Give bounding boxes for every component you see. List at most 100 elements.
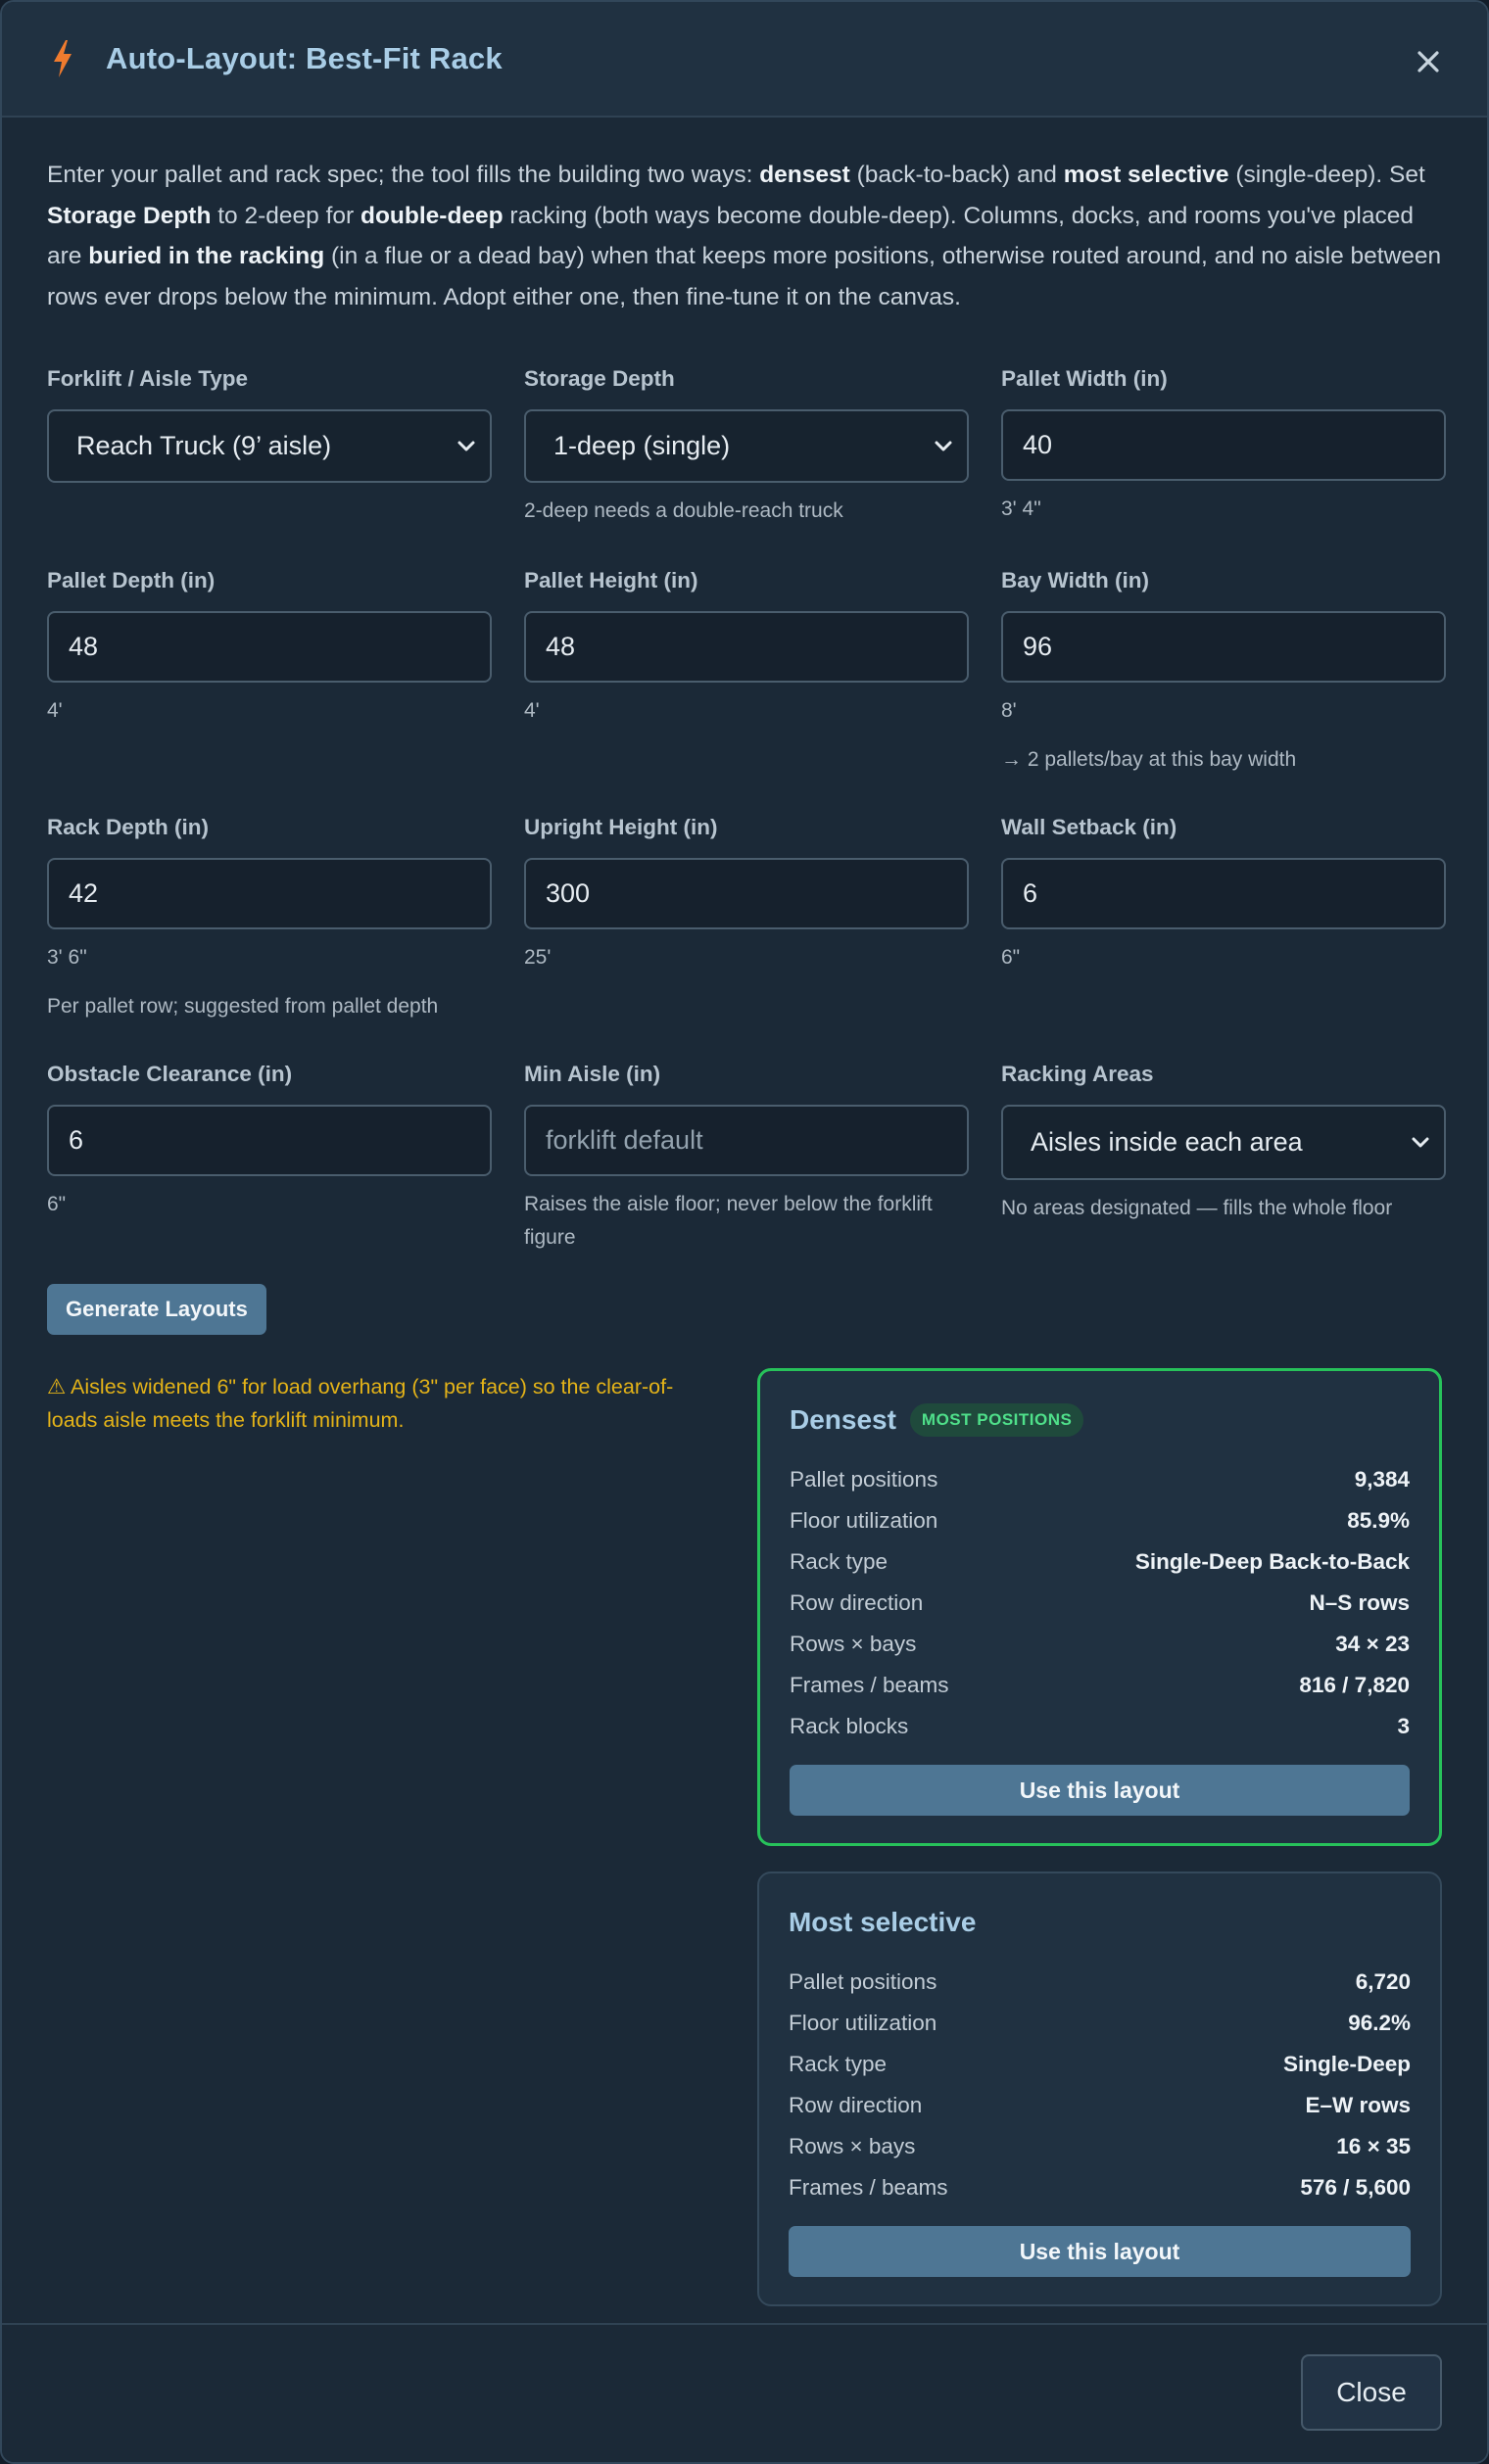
field-storage-depth: Storage Depth 1-deep (single) 2-deep nee…	[524, 365, 969, 567]
upright-height-input[interactable]: 300	[524, 858, 969, 929]
card-title: Most selective	[788, 1907, 977, 1937]
most-positions-badge: MOST POSITIONS	[909, 1403, 1084, 1437]
dialog-title: Auto-Layout: Best-Fit Rack	[106, 41, 503, 75]
select-value: Aisles inside each area	[1031, 1127, 1303, 1157]
field-hint: 3' 4"	[1001, 498, 1041, 520]
field-hint: 3' 6"	[47, 946, 87, 969]
stat-label: Frames / beams	[788, 2175, 948, 2200]
stat-row: Rack type Single-Deep	[789, 2044, 1411, 2085]
densest-card: Densest MOST POSITIONS Pallet positions 9…	[756, 1368, 1442, 1846]
stat-value: 576 / 5,600	[1300, 2175, 1411, 2200]
pallet-height-input[interactable]: 48	[524, 611, 969, 683]
field-obstacle-clearance: Obstacle Clearance (in) 6 6"	[47, 1061, 492, 1255]
field-hint: 8'	[1001, 699, 1017, 722]
select-value: Reach Truck (9’ aisle)	[76, 431, 332, 460]
stat-value: 34 × 23	[1335, 1632, 1410, 1656]
input-value: 300	[546, 878, 591, 908]
stat-value: N–S rows	[1309, 1590, 1410, 1615]
field-racking-areas: Racking Areas Aisles inside each area No…	[1001, 1061, 1446, 1255]
stat-value: 3	[1397, 1714, 1410, 1738]
field-label: Obstacle Clearance (in)	[47, 1062, 293, 1086]
field-hint: 6"	[47, 1193, 67, 1215]
stat-row: Frames / beams 576 / 5,600	[789, 2167, 1411, 2208]
aisle-warning: ⚠ Aisles widened 6" for load overhang (3…	[47, 1375, 674, 1432]
lightning-bolt-icon	[51, 39, 84, 78]
wall-setback-input[interactable]: 6	[1001, 858, 1446, 929]
stat-label: Row direction	[788, 2093, 923, 2117]
field-pallet-height: Pallet Height (in) 48 4'	[524, 567, 969, 814]
stat-row: Floor utilization 96.2%	[789, 2003, 1411, 2044]
bay-width-input[interactable]: 96	[1001, 611, 1446, 683]
card-header: Densest MOST POSITIONS	[790, 1400, 1410, 1440]
stat-value: Single-Deep	[1282, 2052, 1411, 2076]
input-placeholder: forklift default	[546, 1125, 703, 1155]
field-label: Forklift / Aisle Type	[47, 366, 249, 391]
card-title: Densest	[789, 1404, 896, 1435]
stat-row: Floor utilization 85.9%	[790, 1500, 1410, 1541]
layout-cards: Densest MOST POSITIONS Pallet positions 9…	[756, 1368, 1442, 2306]
field-pallet-width: Pallet Width (in) 40 3' 4"	[1001, 365, 1446, 567]
stat-row: Rows × bays 34 × 23	[790, 1624, 1410, 1665]
use-densest-layout-button[interactable]: Use this layout	[789, 1765, 1410, 1816]
generate-layouts-button[interactable]: Generate Layouts	[47, 1284, 266, 1335]
stat-row: Rack type Single-Deep Back-to-Back	[790, 1541, 1410, 1583]
pallet-depth-input[interactable]: 48	[47, 611, 492, 683]
pallet-width-input[interactable]: 40	[1001, 409, 1446, 481]
input-value: 42	[69, 878, 99, 908]
field-hint: 4'	[47, 699, 63, 722]
stat-row: Rows × bays 16 × 35	[789, 2126, 1411, 2167]
stat-row: Pallet positions 9,384	[790, 1459, 1410, 1500]
stats-list: Pallet positions 6,720 Floor utilization 96…	[789, 1962, 1411, 2208]
use-selective-layout-button[interactable]: Use this layout	[788, 2226, 1411, 2277]
stat-value: 16 × 35	[1336, 2134, 1411, 2158]
min-aisle-input[interactable]: forklift default	[524, 1105, 969, 1176]
dialog-body: Enter your pallet and rack spec; the too…	[2, 118, 1487, 2306]
field-forklift: Forklift / Aisle Type Reach Truck (9’ ai…	[47, 365, 492, 567]
field-hint: 4'	[524, 699, 540, 722]
form-grid: Forklift / Aisle Type Reach Truck (9’ ai…	[47, 365, 1446, 1255]
field-label: Pallet Height (in)	[524, 568, 698, 592]
input-value: 40	[1023, 430, 1053, 459]
field-bay-width: Bay Width (in) 96 8' → 2 pallets/bay at …	[1001, 567, 1446, 814]
stat-value: 816 / 7,820	[1299, 1673, 1410, 1697]
forklift-select[interactable]: Reach Truck (9’ aisle)	[47, 409, 492, 483]
obstacle-clearance-input[interactable]: 6	[47, 1105, 492, 1176]
dialog-header: Auto-Layout: Best-Fit Rack	[2, 2, 1487, 118]
stat-label: Pallet positions	[789, 1467, 938, 1492]
stat-label: Floor utilization	[789, 1508, 938, 1533]
chevron-down-icon	[935, 441, 952, 450]
dialog-footer: Close	[2, 2323, 1487, 2462]
close-button[interactable]: Close	[1301, 2354, 1442, 2431]
stat-value: E–W rows	[1305, 2093, 1411, 2117]
stat-row: Pallet positions 6,720	[789, 1962, 1411, 2003]
field-label: Bay Width (in)	[1001, 568, 1150, 592]
close-icon[interactable]	[1413, 46, 1444, 77]
stat-label: Rows × bays	[789, 1632, 917, 1656]
field-pallet-depth: Pallet Depth (in) 48 4'	[47, 567, 492, 814]
stat-label: Rack type	[788, 2052, 888, 2076]
input-value: 48	[69, 632, 99, 661]
input-value: 6	[1023, 878, 1038, 908]
field-rack-depth: Rack Depth (in) 42 3' 6" Per pallet row;…	[47, 814, 492, 1061]
field-hint: No areas designated — fills the whole fl…	[1001, 1197, 1393, 1219]
input-value: 96	[1023, 632, 1053, 661]
stat-value: 96.2%	[1348, 2011, 1411, 2035]
field-hint: 25'	[524, 946, 552, 969]
stat-label: Rows × bays	[788, 2134, 916, 2158]
stat-label: Rack blocks	[789, 1714, 909, 1738]
select-value: 1-deep (single)	[553, 431, 731, 460]
intro-text: Enter your pallet and rack spec; the too…	[47, 162, 1442, 310]
stat-value: 9,384	[1354, 1467, 1410, 1492]
field-hint: Raises the aisle floor; never below the …	[524, 1193, 933, 1249]
field-label: Pallet Depth (in)	[47, 568, 216, 592]
stat-label: Frames / beams	[789, 1673, 949, 1697]
rack-depth-input[interactable]: 42	[47, 858, 492, 929]
racking-areas-select[interactable]: Aisles inside each area	[1001, 1105, 1446, 1180]
field-label: Storage Depth	[524, 366, 675, 391]
stat-row: Row direction N–S rows	[790, 1583, 1410, 1624]
field-hint: 2-deep needs a double-reach truck	[524, 499, 843, 522]
stat-value: 85.9%	[1347, 1508, 1410, 1533]
storage-depth-select[interactable]: 1-deep (single)	[524, 409, 969, 483]
field-label: Racking Areas	[1001, 1062, 1154, 1086]
stat-label: Pallet positions	[788, 1969, 937, 1994]
